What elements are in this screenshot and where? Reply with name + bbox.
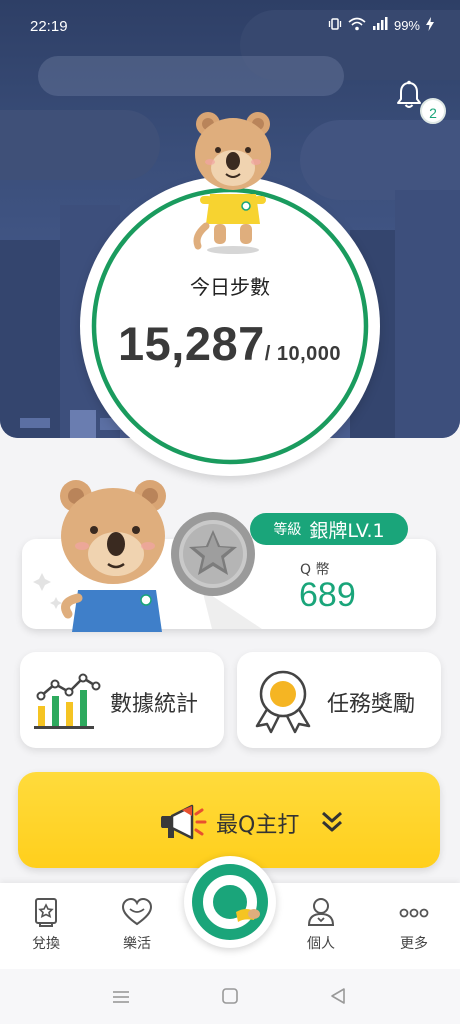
nav-lohas-label: 樂活 xyxy=(123,936,151,952)
status-time: 22:19 xyxy=(30,18,68,35)
q-center-icon xyxy=(190,862,270,946)
step-count: 15,287 xyxy=(118,317,265,370)
notification-badge: 2 xyxy=(420,98,446,124)
mascot-quokka-blue-icon xyxy=(38,472,178,636)
promo-button[interactable]: 最Q主打 xyxy=(18,772,440,868)
promo-label: 最Q主打 xyxy=(216,813,300,838)
statistics-label: 數據統計 xyxy=(110,692,199,717)
step-goal: / 10,000 xyxy=(264,343,342,365)
nav-profile-label: 個人 xyxy=(307,936,335,952)
back-triangle-icon[interactable] xyxy=(330,987,346,1009)
bar-chart-icon xyxy=(30,668,102,736)
medal-ribbon-icon xyxy=(247,668,319,738)
building-decoration xyxy=(395,190,460,438)
notification-button[interactable]: 2 xyxy=(396,80,452,130)
nav-redeem[interactable]: 兌換 xyxy=(6,897,86,953)
battery-level: 99% xyxy=(393,18,420,33)
charging-icon xyxy=(426,17,434,34)
level-prefix: 等級 xyxy=(273,522,302,538)
mission-rewards-label: 任務獎勵 xyxy=(327,692,416,717)
statistics-card[interactable]: 數據統計 xyxy=(20,652,224,748)
silver-star-medal-icon xyxy=(167,508,259,604)
wifi-icon xyxy=(348,17,366,34)
step-count-row: 15,287/ 10,000 xyxy=(118,316,341,371)
status-icons: 99% xyxy=(328,17,434,34)
nav-more[interactable]: 更多 xyxy=(374,897,454,953)
step-title: 今日步數 xyxy=(190,275,270,299)
window-decoration xyxy=(20,418,50,428)
coin-value: 689 xyxy=(299,576,356,614)
center-q-button[interactable] xyxy=(184,856,276,948)
cloud-decoration xyxy=(0,110,160,180)
nav-redeem-label: 兌換 xyxy=(32,936,60,952)
menu-icon[interactable] xyxy=(112,989,130,1008)
nav-lohas[interactable]: 樂活 xyxy=(97,897,177,953)
level-badge: 等級 銀牌LV.1 xyxy=(250,513,408,545)
status-bar: 22:19 99% xyxy=(0,0,460,52)
double-chevron-down-icon xyxy=(320,810,344,838)
mascot-quokka-icon xyxy=(188,106,280,260)
home-square-icon[interactable] xyxy=(222,988,238,1008)
mission-rewards-card[interactable]: 任務獎勵 xyxy=(237,652,441,748)
more-dots-icon xyxy=(398,908,430,931)
redeem-icon xyxy=(32,898,60,931)
nav-profile[interactable]: 個人 xyxy=(281,897,361,953)
heart-icon xyxy=(121,897,153,931)
megaphone-icon xyxy=(158,802,208,846)
person-icon xyxy=(306,898,336,931)
system-nav-bar xyxy=(0,969,460,1024)
nav-more-label: 更多 xyxy=(400,936,428,952)
level-name: 銀牌LV.1 xyxy=(309,519,385,542)
search-banner[interactable] xyxy=(38,56,344,96)
signal-icon xyxy=(372,17,388,34)
vibrate-icon xyxy=(328,17,342,34)
bell-icon xyxy=(396,80,422,114)
